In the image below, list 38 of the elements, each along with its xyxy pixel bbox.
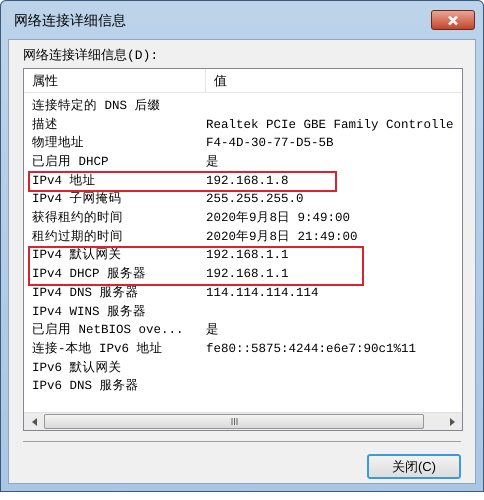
scrollbar-thumb[interactable] — [44, 414, 424, 429]
property-cell-text: 已启用 NetBIOS ove... — [31, 322, 185, 340]
value-cell-text: 2020年9月8日 21:49:00 — [206, 228, 358, 246]
close-icon — [447, 14, 459, 26]
property-cell-text: 连接特定的 DNS 后缀 — [31, 98, 162, 115]
details-list[interactable] — [23, 68, 463, 431]
column-header[interactable]: 属性 — [24, 69, 206, 92]
value-cell-text: 2020年9月8日 9:49:00 — [206, 210, 350, 228]
value-cell-text: 是 — [206, 154, 219, 172]
value-cell-text: 255.255.255.0 — [206, 191, 304, 208]
property-cell-text: IPv4 DHCP 服务器 — [31, 266, 148, 284]
property-cell-text: IPv6 DNS 服务器 — [31, 378, 140, 396]
property-cell-text: IPv4 子网掩码 — [31, 191, 123, 208]
column-header[interactable]: 值 — [206, 69, 462, 92]
property-cell-text: IPv4 DNS 服务器 — [31, 284, 140, 302]
property-cell-text: 物理地址 — [31, 134, 85, 152]
value-cell-text: 192.168.1.8 — [206, 172, 289, 190]
property-cell-text: 获得租约的时间 — [31, 210, 124, 228]
value-cell-text: 114.114.114.114 — [206, 284, 319, 302]
value-cell-text: fe80::5875:4244:e6e7:90c1%11 — [206, 340, 416, 358]
property-cell-text: IPv4 WINS 服务器 — [31, 304, 148, 321]
window-title: 网络连接详细信息 — [14, 10, 127, 30]
property-cell-text: IPv4 默认网关 — [31, 247, 123, 264]
property-cell-text: 描述 — [31, 116, 59, 134]
value-cell-text: Realtek PCIe GBE Family Controlle — [206, 116, 454, 134]
property-cell-text: IPv4 地址 — [31, 172, 97, 190]
list-label: 网络连接详细信息(D): — [23, 47, 160, 65]
close-dialog-button[interactable]: 关闭(C) — [367, 454, 461, 479]
property-cell-text: 租约过期的时间 — [31, 228, 124, 246]
close-button[interactable] — [431, 10, 475, 30]
property-cell-text: 已启用 DHCP — [31, 154, 110, 172]
value-cell-text: 是 — [206, 322, 219, 340]
value-cell-text: 192.168.1.1 — [206, 247, 289, 264]
value-cell-text: F4-4D-30-77-D5-5B — [206, 135, 334, 152]
horizontal-scrollbar[interactable] — [24, 412, 462, 430]
property-cell-text: IPv6 默认网关 — [31, 360, 123, 377]
value-cell-text: 192.168.1.1 — [206, 266, 289, 284]
property-cell-text: 连接-本地 IPv6 地址 — [31, 340, 164, 358]
